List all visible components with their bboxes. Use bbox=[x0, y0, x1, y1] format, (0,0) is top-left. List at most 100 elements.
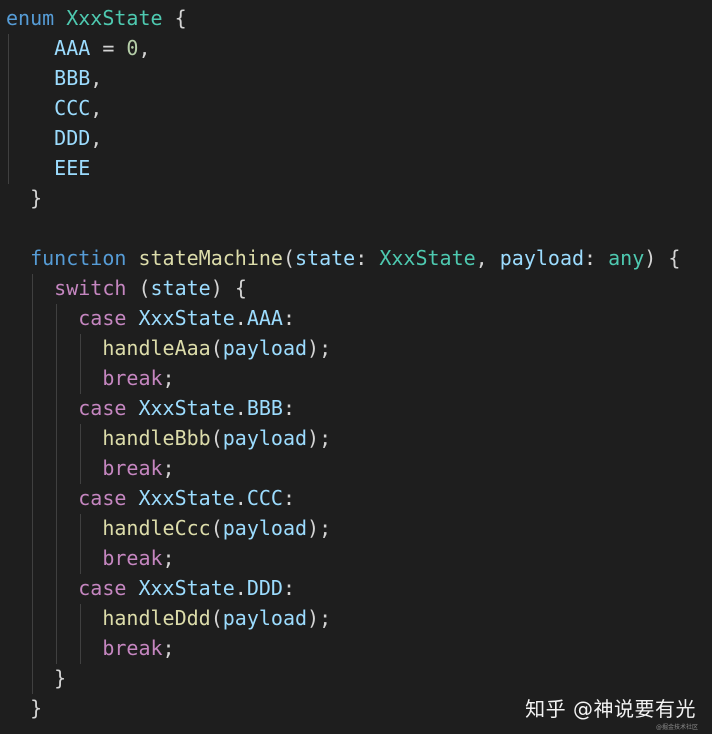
code-line[interactable]: DDD, bbox=[6, 123, 680, 153]
code-line[interactable]: break; bbox=[6, 543, 680, 573]
identifier-token: payload bbox=[222, 336, 308, 360]
identifier-token: XxxState bbox=[138, 486, 235, 510]
control-keyword-token: case bbox=[78, 486, 127, 510]
punctuation-token: ( bbox=[282, 246, 296, 270]
control-keyword-token: case bbox=[78, 396, 127, 420]
punctuation-token: . bbox=[234, 576, 247, 600]
punctuation-token bbox=[6, 486, 78, 510]
punctuation-token: { bbox=[162, 6, 187, 30]
watermark: 知乎 @神说要有光 bbox=[525, 697, 696, 721]
punctuation-token: ( bbox=[210, 516, 223, 540]
punctuation-token: , bbox=[475, 246, 500, 270]
control-keyword-token: switch bbox=[54, 276, 127, 300]
punctuation-token bbox=[6, 96, 54, 120]
code-line[interactable]: handleCcc(payload); bbox=[6, 513, 680, 543]
punctuation-token: ); bbox=[307, 516, 332, 540]
punctuation-token bbox=[6, 336, 102, 360]
identifier-token: DDD bbox=[54, 126, 91, 150]
code-line[interactable]: switch (state) { bbox=[6, 273, 680, 303]
punctuation-token: : bbox=[282, 396, 296, 420]
code-line[interactable]: CCC, bbox=[6, 93, 680, 123]
control-keyword-token: case bbox=[78, 306, 127, 330]
punctuation-token bbox=[126, 396, 138, 420]
code-line[interactable] bbox=[6, 213, 680, 243]
code-line[interactable]: BBB, bbox=[6, 63, 680, 93]
function-name-token: handleBbb bbox=[102, 426, 211, 450]
punctuation-token: . bbox=[234, 306, 247, 330]
code-line[interactable]: case XxxState.DDD: bbox=[6, 573, 680, 603]
code-line[interactable]: EEE bbox=[6, 153, 680, 183]
code-line[interactable]: break; bbox=[6, 363, 680, 393]
punctuation-token: , bbox=[90, 96, 103, 120]
punctuation-token: ( bbox=[210, 606, 223, 630]
code-line[interactable]: case XxxState.CCC: bbox=[6, 483, 680, 513]
punctuation-token bbox=[6, 576, 78, 600]
punctuation-token: ( bbox=[210, 426, 223, 450]
code-line[interactable]: case XxxState.BBB: bbox=[6, 393, 680, 423]
punctuation-token: = bbox=[90, 36, 127, 60]
identifier-token: XxxState bbox=[138, 396, 235, 420]
type-token: any bbox=[608, 246, 645, 270]
identifier-token: DDD bbox=[246, 576, 283, 600]
punctuation-token: } bbox=[6, 696, 43, 720]
punctuation-token bbox=[6, 126, 54, 150]
punctuation-token bbox=[6, 636, 102, 660]
code-line[interactable]: break; bbox=[6, 633, 680, 663]
function-name-token: stateMachine bbox=[138, 246, 283, 270]
punctuation-token bbox=[6, 66, 54, 90]
punctuation-token: ); bbox=[307, 336, 332, 360]
punctuation-token: ); bbox=[307, 426, 332, 450]
number-token: 0 bbox=[126, 36, 139, 60]
punctuation-token: ; bbox=[162, 636, 175, 660]
punctuation-token: . bbox=[234, 486, 247, 510]
keyword-token: function bbox=[30, 246, 127, 270]
function-name-token: handleAaa bbox=[102, 336, 211, 360]
punctuation-token: } bbox=[6, 186, 43, 210]
punctuation-token bbox=[6, 246, 30, 270]
punctuation-token: ; bbox=[162, 366, 175, 390]
code-line[interactable]: } bbox=[6, 663, 680, 693]
control-keyword-token: break bbox=[102, 546, 163, 570]
control-keyword-token: case bbox=[78, 576, 127, 600]
punctuation-token: . bbox=[234, 396, 247, 420]
identifier-token: payload bbox=[222, 426, 308, 450]
punctuation-token: } bbox=[6, 666, 67, 690]
code-line[interactable]: break; bbox=[6, 453, 680, 483]
punctuation-token: ( bbox=[210, 336, 223, 360]
punctuation-token bbox=[126, 576, 138, 600]
punctuation-token: ; bbox=[162, 546, 175, 570]
type-token: XxxState bbox=[379, 246, 476, 270]
code-line[interactable]: function stateMachine(state: XxxState, p… bbox=[6, 243, 680, 273]
identifier-token: state bbox=[295, 246, 356, 270]
code-line[interactable]: handleAaa(payload); bbox=[6, 333, 680, 363]
identifier-token: BBB bbox=[54, 66, 91, 90]
control-keyword-token: break bbox=[102, 636, 163, 660]
punctuation-token bbox=[54, 6, 66, 30]
code-line[interactable]: case XxxState.AAA: bbox=[6, 303, 680, 333]
punctuation-token: : bbox=[282, 486, 296, 510]
code-line[interactable]: enum XxxState { bbox=[6, 3, 680, 33]
punctuation-token bbox=[126, 306, 138, 330]
identifier-token: payload bbox=[499, 246, 585, 270]
punctuation-token bbox=[126, 246, 138, 270]
identifier-token: XxxState bbox=[138, 306, 235, 330]
punctuation-token bbox=[6, 276, 54, 300]
identifier-token: CCC bbox=[246, 486, 283, 510]
watermark-subtext: @掘金技术社区 bbox=[655, 724, 698, 731]
function-name-token: handleDdd bbox=[102, 606, 211, 630]
code-line[interactable]: } bbox=[6, 183, 680, 213]
control-keyword-token: break bbox=[102, 366, 163, 390]
identifier-token: payload bbox=[222, 516, 308, 540]
code-editor[interactable]: enum XxxState { AAA = 0, BBB, CCC, DDD, … bbox=[0, 0, 712, 734]
code-line[interactable]: handleDdd(payload); bbox=[6, 603, 680, 633]
punctuation-token bbox=[6, 426, 102, 450]
identifier-token: EEE bbox=[54, 156, 91, 180]
code-line[interactable]: handleBbb(payload); bbox=[6, 423, 680, 453]
punctuation-token: , bbox=[90, 66, 103, 90]
code-line[interactable]: AAA = 0, bbox=[6, 33, 680, 63]
punctuation-token bbox=[6, 606, 102, 630]
identifier-token: payload bbox=[222, 606, 308, 630]
punctuation-token bbox=[6, 156, 54, 180]
code-block[interactable]: enum XxxState { AAA = 0, BBB, CCC, DDD, … bbox=[6, 3, 680, 723]
punctuation-token: ) { bbox=[210, 276, 247, 300]
